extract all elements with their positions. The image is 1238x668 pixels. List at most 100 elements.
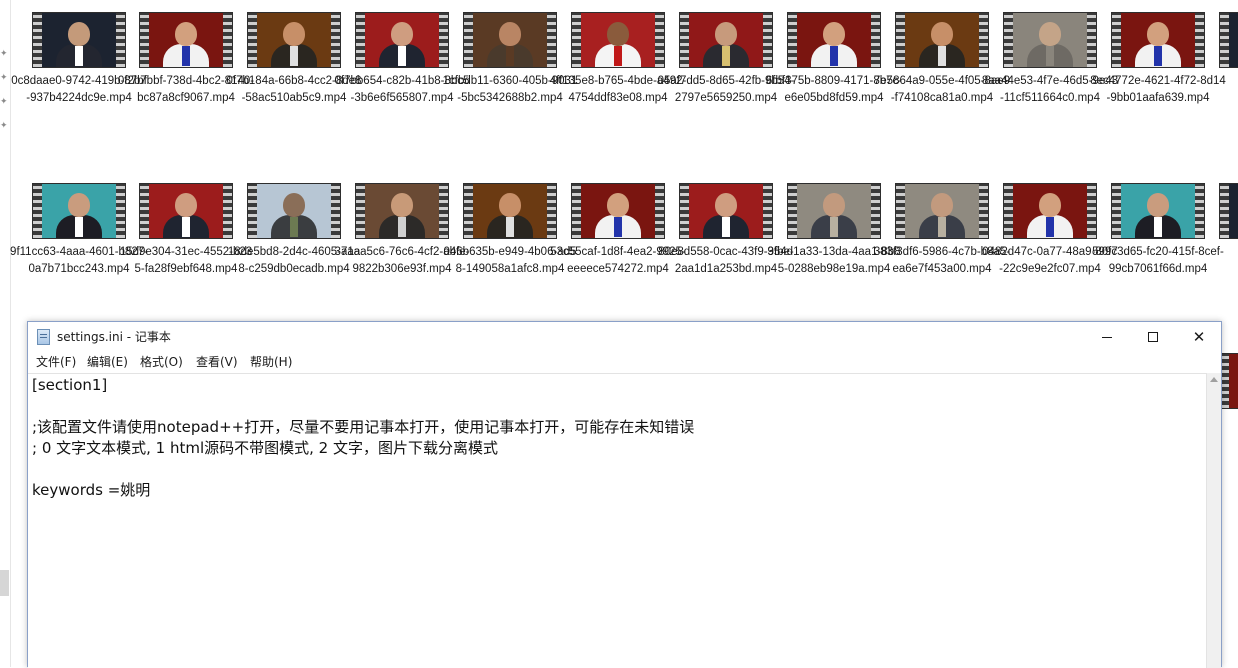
close-icon: ✕ (1192, 328, 1206, 346)
pin-icon[interactable]: ✦ (0, 48, 8, 58)
video-file-item[interactable]: 15d9e304-31ec-4552-b235-fa28f9ebf648.mp4 (117, 171, 252, 331)
video-frame (1121, 13, 1195, 67)
video-frame (689, 184, 763, 238)
video-frame (42, 13, 116, 67)
video-file-item[interactable]: 0482d47c-0a77-48a9-80f7-22c9e9e2fc07.mp4 (981, 171, 1118, 331)
video-file-item[interactable]: 599c3d65-fc20-415f-8cef-99cb7061f66d.mp4 (1089, 171, 1224, 331)
window-title: settings.ini - 记事本 (57, 330, 171, 344)
video-file-item[interactable]: 0f2b7bbf-738d-4bc2-8140-bc87a8cf9067.mp4 (117, 0, 254, 160)
film-strip-icon (248, 184, 257, 238)
text-line: keywords =姚明 (32, 481, 151, 499)
video-file-item[interactable]: 18de5bd8-2d4c-4605-a1a8-c259db0ecadb.mp4 (225, 171, 360, 331)
video-file-item[interactable]: 383f3df6-5986-4c7b-b8a5-ea6e7f453a00.mp4 (873, 171, 1010, 331)
video-file-item[interactable]: 9f11cc63-4aaa-4601-b827-0a7b71bcc243.mp4 (10, 171, 148, 331)
video-file-item[interactable]: 0f7bb654-c82b-41b8-8bc5-3b6e6f565807.mp4 (333, 0, 469, 160)
title-bar[interactable]: settings.ini - 记事本 ✕ (28, 322, 1221, 352)
video-file-item[interactable]: 0f7b184a-66b8-4cc2-8de8-58ac510ab5c9.mp4 (225, 0, 361, 160)
film-strip-icon (1220, 184, 1229, 238)
film-strip-icon (788, 184, 797, 238)
text-line: ;该配置文件请使用notepad++打开，尽量不要用记事本打开，使用记事本打开，… (32, 418, 695, 436)
video-thumbnail (1219, 183, 1238, 239)
video-thumbnail (1219, 12, 1238, 68)
text-editor[interactable]: [section1] ;该配置文件请使用notepad++打开，尽量不要用记事本… (28, 373, 1206, 668)
text-line (32, 396, 1206, 417)
video-file-item[interactable]: 53c55caf-1d8f-4ea2-9925-eeeece574272.mp4 (549, 171, 686, 331)
text-line: ; 0 文字文本模式, 1 html源码不带图模式, 2 文字，图片下载分离模式 (32, 439, 498, 457)
video-file-item[interactable]: 046b635b-e949-4b06-ad58-149058a1afc8.mp4 (441, 171, 577, 331)
video-frame (473, 13, 547, 67)
video-thumbnail (1003, 12, 1097, 68)
film-strip-icon (572, 184, 581, 238)
film-strip-icon (1004, 13, 1013, 67)
file-name-label: 657-4c527 (1197, 244, 1238, 261)
video-thumbnail (1111, 12, 1205, 68)
maximize-button[interactable] (1130, 322, 1176, 352)
maximize-icon (1148, 332, 1158, 342)
notepad-icon (37, 329, 50, 345)
video-thumbnail (679, 183, 773, 239)
film-strip-icon (464, 184, 473, 238)
video-thumbnail (32, 183, 126, 239)
video-file-item[interactable]: 37aaa5c6-76c6-4cf2-abfe-9822b306e93f.mp4 (333, 171, 469, 331)
video-thumbnail (463, 183, 557, 239)
film-strip-icon (680, 13, 689, 67)
video-frame (149, 184, 223, 238)
menu-format[interactable]: 格式(O) (140, 354, 183, 370)
pin-icon[interactable]: ✦ (0, 96, 8, 106)
video-file-item[interactable]: 0c8daae0-9742-419b-87bf-937b4224dc9e.mp4 (10, 0, 147, 160)
video-thumbnail (139, 183, 233, 239)
close-button[interactable]: ✕ (1176, 322, 1222, 352)
film-strip-icon (140, 184, 149, 238)
video-file-item[interactable]: 7e5864a9-055e-4f05-8ae9-f74108ca81a0.mp4 (873, 0, 1010, 160)
video-file-item[interactable]: 8aa44e53-4f7e-46d5-9e43-11cf511664c0.mp4 (981, 0, 1118, 160)
pin-icon[interactable]: ✦ (0, 120, 8, 130)
video-frame (257, 184, 331, 238)
menu-edit[interactable]: 编辑(E) (87, 354, 128, 370)
video-thumbnail (1111, 183, 1205, 239)
scrollbar-thumb[interactable] (0, 570, 9, 596)
pin-icon[interactable]: ✦ (0, 72, 8, 82)
video-frame (905, 13, 979, 67)
video-frame (149, 13, 223, 67)
video-file-item[interactable]: 6fbf375b-8809-4171-8b7c-e6e05bd8fd59.mp4 (765, 0, 902, 160)
video-thumbnail (247, 12, 341, 68)
video-thumbnail (1003, 183, 1097, 239)
text-line (32, 459, 1206, 480)
video-file-item[interactable]: 354d1a33-13da-4aa1-8b85-0288eb98e19a.mp4 (765, 171, 901, 331)
scroll-up-arrow-icon[interactable] (1210, 377, 1218, 382)
film-strip-icon (1004, 184, 1013, 238)
film-strip-icon (896, 13, 905, 67)
file-name-label: 9bb-4-9e (1197, 73, 1238, 90)
film-strip-icon (33, 184, 42, 238)
video-thumbnail (571, 183, 665, 239)
video-file-item[interactable]: 1cfbdb11-6360-405b-9031-5bc5342688b2.mp4 (441, 0, 577, 160)
menu-view[interactable]: 查看(V) (196, 354, 238, 370)
video-file-item[interactable]: 8ec4772e-4621-4f72-8d14-9bb01aafa639.mp4 (1089, 0, 1226, 160)
video-file-item[interactable]: 657-4c527 (1197, 171, 1238, 331)
film-strip-icon (464, 13, 473, 67)
menu-file[interactable]: 文件(F) (36, 354, 76, 370)
video-file-item[interactable]: 9bb-4-9e (1197, 0, 1238, 160)
video-frame (797, 13, 871, 67)
video-file-item[interactable]: 80e8d558-0cac-43f9-9fbe-2aa1d1a253bd.mp4 (657, 171, 794, 331)
minimize-icon (1102, 336, 1112, 338)
vertical-scrollbar[interactable] (1206, 373, 1221, 668)
video-frame (1229, 13, 1238, 67)
video-file-item[interactable]: 4ff135e8-b765-4bde-a492-4754ddf83e08.mp4 (549, 0, 686, 160)
video-frame (581, 184, 655, 238)
video-thumbnail (679, 12, 773, 68)
video-thumbnail (463, 12, 557, 68)
video-file-item[interactable]: 05af7dd5-8d65-42fb-9b54-2797e5659250.mp4 (657, 0, 794, 160)
video-thumbnail (787, 183, 881, 239)
film-strip-icon (788, 13, 797, 67)
video-thumbnail (139, 12, 233, 68)
video-thumbnail (355, 12, 449, 68)
video-frame (473, 184, 547, 238)
video-thumbnail (895, 12, 989, 68)
video-thumbnail (32, 12, 126, 68)
minimize-button[interactable] (1084, 322, 1130, 352)
film-strip-icon (1112, 13, 1121, 67)
video-frame (905, 184, 979, 238)
menu-help[interactable]: 帮助(H) (250, 354, 292, 370)
video-thumbnail (247, 183, 341, 239)
